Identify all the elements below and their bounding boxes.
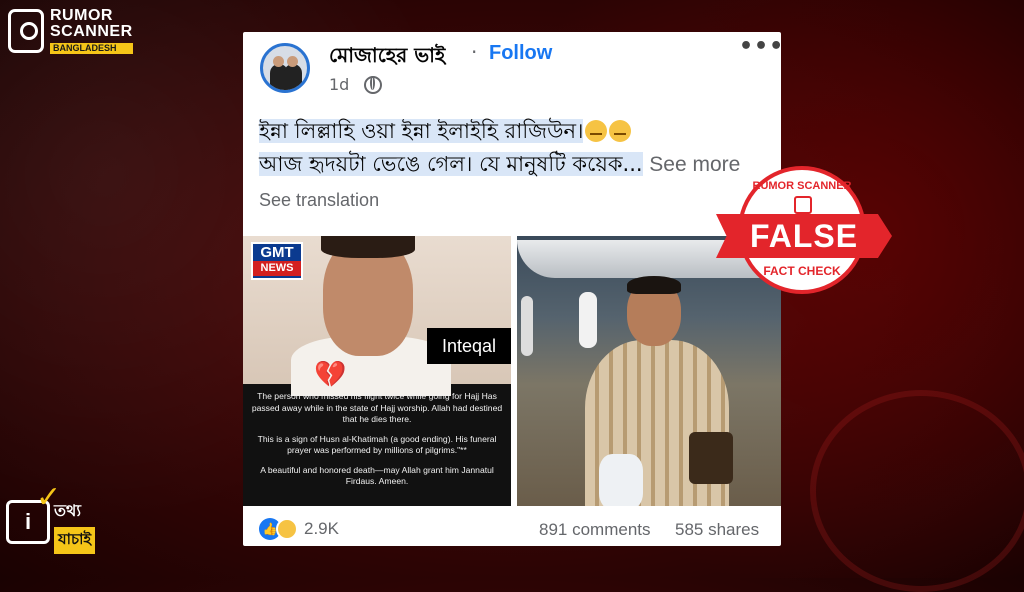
stamp-logo-icon	[794, 196, 812, 214]
stamp-bottom-text: FACT CHECK	[763, 264, 841, 278]
rumor-scanner-logo: RUMOR SCANNER BANGLADESH	[8, 8, 133, 54]
sad-emoji-icon	[609, 120, 632, 142]
avatar[interactable]	[260, 43, 310, 93]
image-caption: The person who missed his flight twice w…	[251, 391, 503, 486]
more-options-icon[interactable]: •••	[739, 34, 781, 59]
brand-line-1: RUMOR	[50, 7, 113, 24]
sad-icon	[276, 518, 298, 540]
false-fact-check-stamp: RUMOR SCANNER FALSE FACT CHECK	[716, 166, 892, 296]
facebook-post: মোজাহের ভাই · Follow ••• 1d ইন্না লিল্লা…	[243, 32, 781, 546]
reactions-summary[interactable]: 👍 2.9K	[259, 518, 339, 540]
post-image-left[interactable]: GMT NEWS Inteqal 💔 The person who missed…	[243, 236, 511, 506]
post-time[interactable]: 1d	[329, 75, 349, 94]
fact-check-watermark	[810, 390, 1024, 592]
reactions-count: 2.9K	[304, 519, 339, 538]
post-text-line-1: ইন্না লিল্লাহি ওয়া ইন্না ইলাইহি রাজিউন।	[259, 115, 632, 150]
rumor-scanner-icon	[8, 9, 44, 53]
broken-heart-icon: 💔	[314, 360, 347, 390]
post-text-line-2: আজ হৃদয়টা ভেঙে গেল। যে মানুষটি কয়েক...…	[259, 152, 741, 176]
tottho-jachai-logo: i ✓ তথ্য যাচাই	[6, 480, 96, 554]
brand-line-2: SCANNER	[50, 23, 133, 40]
brand-sub: BANGLADESH	[50, 43, 133, 54]
badge-line-2: যাচাই	[54, 527, 96, 554]
comments-count[interactable]: 891 comments	[539, 520, 651, 540]
follow-button[interactable]: Follow	[489, 42, 552, 65]
globe-icon	[364, 76, 382, 94]
see-translation-link[interactable]: See translation	[259, 190, 379, 211]
gmt-news-logo: GMT NEWS	[251, 242, 303, 280]
sad-emoji-icon	[585, 120, 608, 142]
separator-dot: ·	[471, 40, 478, 64]
stamp-top-text: RUMOR SCANNER	[752, 180, 852, 192]
inteqal-label: Inteqal	[427, 328, 511, 364]
checkmark-icon: ✓	[36, 480, 62, 515]
stamp-verdict: FALSE	[749, 218, 859, 254]
author-name[interactable]: মোজাহের ভাই	[329, 41, 445, 74]
shares-count[interactable]: 585 shares	[675, 520, 759, 540]
